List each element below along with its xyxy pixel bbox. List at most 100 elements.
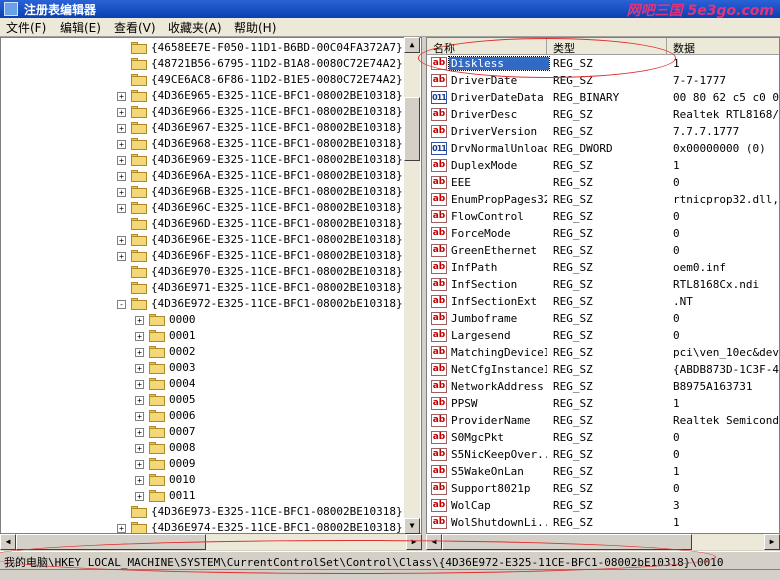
- expand-icon[interactable]: +: [117, 140, 126, 149]
- tree-node[interactable]: + {4D36E96F-E325-11CE-BFC1-08002BE10318}: [1, 248, 405, 264]
- list-horizontal-scrollbar[interactable]: ◀ ▶: [426, 534, 780, 550]
- value-row[interactable]: ab S5NicKeepOver... REG_SZ 0: [427, 446, 779, 463]
- value-row[interactable]: ab DriverVersion REG_SZ 7.7.7.1777: [427, 123, 779, 140]
- value-row[interactable]: ab NetCfgInstanceId REG_SZ {ABDB873D-1C3F-4…: [427, 361, 779, 378]
- value-row[interactable]: ab S0MgcPkt REG_SZ 0: [427, 429, 779, 446]
- scroll-down-button[interactable]: ▼: [404, 518, 420, 534]
- value-row[interactable]: ab Jumboframe REG_SZ 0: [427, 310, 779, 327]
- tree-node[interactable]: + {4D36E96C-E325-11CE-BFC1-08002BE10318}: [1, 200, 405, 216]
- tree-node[interactable]: +0007: [1, 424, 405, 440]
- scroll-thumb[interactable]: [442, 534, 692, 550]
- tree-node[interactable]: - {4D36E972-E325-11CE-BFC1-08002bE10318}: [1, 296, 405, 312]
- value-row[interactable]: ab DuplexMode REG_SZ 1: [427, 157, 779, 174]
- tree-node[interactable]: + {4D36E96A-E325-11CE-BFC1-08002BE10318}: [1, 168, 405, 184]
- tree-node[interactable]: +0004: [1, 376, 405, 392]
- tree-node[interactable]: +0000: [1, 312, 405, 328]
- scroll-thumb[interactable]: [404, 97, 420, 161]
- tree-node[interactable]: {4D36E971-E325-11CE-BFC1-08002BE10318}: [1, 280, 405, 296]
- expand-icon[interactable]: +: [117, 204, 126, 213]
- expand-icon[interactable]: +: [117, 252, 126, 261]
- tree-node[interactable]: + {4D36E966-E325-11CE-BFC1-08002BE10318}: [1, 104, 405, 120]
- tree-node[interactable]: + {4D36E967-E325-11CE-BFC1-08002BE10318}: [1, 120, 405, 136]
- tree-node[interactable]: {4658EE7E-F050-11D1-B6BD-00C04FA372A7}: [1, 40, 405, 56]
- tree-node[interactable]: +0008: [1, 440, 405, 456]
- expand-icon[interactable]: +: [135, 348, 144, 357]
- scroll-thumb[interactable]: [16, 534, 206, 550]
- expand-icon[interactable]: +: [135, 364, 144, 373]
- value-row[interactable]: ab DriverDate REG_SZ 7-7-1777: [427, 72, 779, 89]
- value-row[interactable]: ab EEE REG_SZ 0: [427, 174, 779, 191]
- menu-item[interactable]: 查看(V): [114, 19, 156, 36]
- expand-icon[interactable]: +: [135, 332, 144, 341]
- menu-item[interactable]: 帮助(H): [234, 19, 276, 36]
- scroll-left-button[interactable]: ◀: [426, 534, 442, 550]
- value-row[interactable]: ab ProviderName REG_SZ Realtek Semiconduc: [427, 412, 779, 429]
- value-row[interactable]: ab WolCap REG_SZ 3: [427, 497, 779, 514]
- tree-node[interactable]: + {4D36E968-E325-11CE-BFC1-08002BE10318}: [1, 136, 405, 152]
- column-header-name[interactable]: 名称: [427, 38, 547, 55]
- title-bar[interactable]: 注册表编辑器 网吧三国 5e3go.com: [0, 0, 780, 19]
- value-row[interactable]: ab MatchingDeviceId REG_SZ pci\ven_10ec&dev…: [427, 344, 779, 361]
- expand-icon[interactable]: +: [135, 460, 144, 469]
- expand-icon[interactable]: +: [117, 236, 126, 245]
- menu-item[interactable]: 编辑(E): [60, 19, 101, 36]
- menu-item[interactable]: 收藏夹(A): [168, 19, 222, 36]
- scroll-up-button[interactable]: ▲: [404, 37, 420, 53]
- value-row[interactable]: ab InfPath REG_SZ oem0.inf: [427, 259, 779, 276]
- expand-icon[interactable]: +: [135, 492, 144, 501]
- value-row[interactable]: ab WolShutdownLi... REG_SZ 1: [427, 514, 779, 531]
- tree-node[interactable]: {48721B56-6795-11D2-B1A8-0080C72E74A2}: [1, 56, 405, 72]
- value-row[interactable]: ab S5WakeOnLan REG_SZ 1: [427, 463, 779, 480]
- expand-icon[interactable]: +: [135, 396, 144, 405]
- value-row[interactable]: ab Support8021p REG_SZ 0: [427, 480, 779, 497]
- tree-node[interactable]: +0003: [1, 360, 405, 376]
- tree-node[interactable]: +0009: [1, 456, 405, 472]
- value-row[interactable]: ab InfSection REG_SZ RTL8168Cx.ndi: [427, 276, 779, 293]
- scroll-right-button[interactable]: ▶: [764, 534, 780, 550]
- collapse-icon[interactable]: -: [117, 300, 126, 309]
- scroll-left-button[interactable]: ◀: [0, 534, 16, 550]
- scroll-right-button[interactable]: ▶: [406, 534, 422, 550]
- tree-node[interactable]: +0011: [1, 488, 405, 504]
- value-row[interactable]: ab NetworkAddress REG_SZ B8975A163731: [427, 378, 779, 395]
- expand-icon[interactable]: +: [117, 172, 126, 181]
- expand-icon[interactable]: +: [135, 380, 144, 389]
- expand-icon[interactable]: +: [117, 124, 126, 133]
- value-row[interactable]: ab EnumPropPages32 REG_SZ rtnicprop32.dll,R…: [427, 191, 779, 208]
- expand-icon[interactable]: +: [135, 412, 144, 421]
- value-row[interactable]: ab PPSW REG_SZ 1: [427, 395, 779, 412]
- value-row[interactable]: 011 DrvNormalUnload REG_DWORD 0x00000000 (0…: [427, 140, 779, 157]
- tree-node[interactable]: {4D36E96D-E325-11CE-BFC1-08002BE10318}: [1, 216, 405, 232]
- expand-icon[interactable]: +: [117, 156, 126, 165]
- tree-horizontal-scrollbar[interactable]: ◀ ▶: [0, 534, 422, 550]
- tree-node[interactable]: + {4D36E974-E325-11CE-BFC1-08002BE10318}: [1, 520, 405, 533]
- tree-node[interactable]: + {4D36E965-E325-11CE-BFC1-08002BE10318}: [1, 88, 405, 104]
- value-row[interactable]: ab GreenEthernet REG_SZ 0: [427, 242, 779, 259]
- expand-icon[interactable]: +: [117, 188, 126, 197]
- expand-icon[interactable]: +: [117, 92, 126, 101]
- tree-vertical-scrollbar[interactable]: ▲ ▼: [404, 37, 420, 534]
- expand-icon[interactable]: +: [135, 316, 144, 325]
- tree-node[interactable]: + {4D36E96B-E325-11CE-BFC1-08002BE10318}: [1, 184, 405, 200]
- value-row[interactable]: ab Diskless REG_SZ 1: [427, 55, 779, 72]
- value-row[interactable]: ab FlowControl REG_SZ 0: [427, 208, 779, 225]
- tree-node[interactable]: {4D36E970-E325-11CE-BFC1-08002BE10318}: [1, 264, 405, 280]
- tree-node[interactable]: +0006: [1, 408, 405, 424]
- tree-node[interactable]: +0010: [1, 472, 405, 488]
- value-row[interactable]: ab InfSectionExt REG_SZ .NT: [427, 293, 779, 310]
- expand-icon[interactable]: +: [135, 428, 144, 437]
- value-row[interactable]: ab DriverDesc REG_SZ Realtek RTL8168/8: [427, 106, 779, 123]
- expand-icon[interactable]: +: [117, 524, 126, 533]
- tree-node[interactable]: + {4D36E96E-E325-11CE-BFC1-08002BE10318}: [1, 232, 405, 248]
- tree-node[interactable]: +0001: [1, 328, 405, 344]
- tree-node[interactable]: {4D36E973-E325-11CE-BFC1-08002BE10318}: [1, 504, 405, 520]
- column-header-data[interactable]: 数据: [667, 38, 779, 55]
- tree-node[interactable]: +0005: [1, 392, 405, 408]
- value-row[interactable]: ab Largesend REG_SZ 0: [427, 327, 779, 344]
- expand-icon[interactable]: +: [135, 476, 144, 485]
- expand-icon[interactable]: +: [135, 444, 144, 453]
- expand-icon[interactable]: +: [117, 108, 126, 117]
- value-row[interactable]: ab ForceMode REG_SZ 0: [427, 225, 779, 242]
- menu-item[interactable]: 文件(F): [6, 19, 46, 36]
- tree-node[interactable]: +0002: [1, 344, 405, 360]
